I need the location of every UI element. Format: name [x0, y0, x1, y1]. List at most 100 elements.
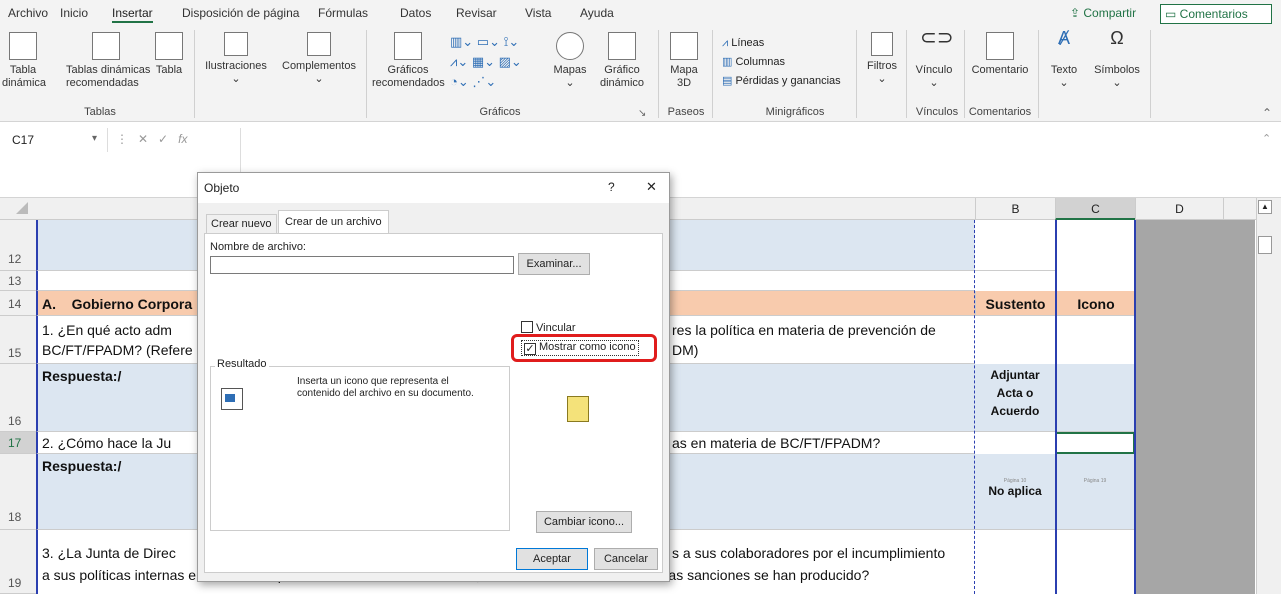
row-header-18[interactable]: 18 — [0, 454, 36, 530]
tab-datos[interactable]: Datos — [400, 6, 431, 20]
tab-insertar[interactable]: Insertar — [112, 6, 153, 23]
highlight-box — [511, 334, 657, 362]
cell-b16[interactable]: Adjuntar Acta o Acuerdo — [975, 364, 1055, 432]
row-header-19[interactable]: 19 — [0, 530, 36, 594]
chevron-down-icon: ⌄ — [565, 77, 575, 89]
pivot-chart-button[interactable]: Gráfico dinámico — [592, 32, 652, 90]
text-icon: Ⱥ — [1057, 28, 1070, 48]
omega-icon: Ω — [1110, 28, 1124, 48]
dialog-launcher-icon[interactable]: ↘ — [638, 108, 646, 119]
addins-button[interactable]: Complementos ⌄ — [276, 32, 362, 86]
group-paseos-label: Paseos — [667, 106, 705, 118]
row-header-12[interactable]: 12 — [0, 220, 36, 271]
select-all-icon[interactable] — [16, 202, 28, 214]
comment-button[interactable]: Comentario — [968, 32, 1032, 77]
cell-c18[interactable]: Página 19 — [1055, 454, 1135, 530]
result-label: Resultado — [215, 358, 269, 370]
name-box[interactable]: C17 ▾ — [8, 128, 108, 152]
tab-formulas[interactable]: Fórmulas — [318, 6, 368, 20]
column-header-d[interactable]: D — [1135, 198, 1223, 220]
text-button[interactable]: Ⱥ Texto ⌄ — [1044, 28, 1084, 90]
cell-b18[interactable]: Página 10 No aplica — [975, 454, 1055, 530]
cell-b14[interactable]: Sustento — [975, 291, 1055, 316]
vertical-scrollbar[interactable] — [1256, 198, 1281, 594]
filename-input[interactable] — [210, 256, 514, 274]
group-separator — [906, 30, 907, 118]
sparkline-columns-button[interactable]: ▥ Columnas — [722, 53, 841, 72]
scrollbar-thumb[interactable] — [1258, 236, 1272, 254]
tab-revisar[interactable]: Revisar — [456, 6, 497, 20]
chart-type-icons[interactable]: ▥⌄ ▭⌄ ⟟⌄ ⩘⌄ ▦⌄ ▨⌄ ◔⌄ ⋰⌄ — [450, 32, 550, 92]
winloss-sparkline-icon: ▤ — [722, 75, 736, 87]
change-icon-button[interactable]: Cambiar icono... — [536, 511, 632, 533]
ribbon-tab-bar: Archivo Inicio Insertar Disposición de p… — [0, 0, 1281, 26]
chevron-down-icon: ⌄ — [1059, 77, 1069, 89]
chevron-down-icon: ▾ — [92, 133, 98, 144]
column-header-c[interactable]: C — [1055, 198, 1135, 220]
column-header-e[interactable] — [1223, 198, 1255, 220]
pivot-table-icon — [9, 32, 37, 60]
filename-label: Nombre de archivo: — [210, 241, 306, 253]
cell-c14[interactable]: Icono — [1055, 291, 1135, 316]
fx-icon[interactable]: fx — [178, 132, 187, 146]
maps-button[interactable]: Mapas ⌄ — [550, 32, 590, 90]
recommended-charts-button[interactable]: Gráficos recomendados — [372, 32, 445, 90]
help-button[interactable]: ? — [608, 180, 615, 194]
illustrations-button[interactable]: Ilustraciones ⌄ — [200, 32, 272, 86]
share-button[interactable]: ⇪ Compartir — [1064, 4, 1142, 24]
column-header-b[interactable]: B — [975, 198, 1055, 220]
column-c-right-border — [1134, 220, 1136, 594]
sparkline-winloss-button[interactable]: ▤ Pérdidas y ganancias — [722, 72, 841, 91]
link-button[interactable]: ⊂⊃ Vínculo ⌄ — [910, 28, 958, 90]
tab-archivo[interactable]: Archivo — [8, 6, 48, 20]
comments-button[interactable]: ▭ Comentarios — [1160, 4, 1272, 24]
tab-vista[interactable]: Vista — [525, 6, 551, 20]
group-graficos-label: Gráficos — [479, 106, 521, 118]
cancel-button[interactable]: Cancelar — [594, 548, 658, 570]
dialog-titlebar — [198, 173, 669, 203]
cell-b12[interactable] — [975, 220, 1055, 271]
row-header-16[interactable]: 16 — [0, 364, 36, 432]
3d-map-icon — [670, 32, 698, 60]
new-comment-icon — [986, 32, 1014, 60]
group-separator — [1038, 30, 1039, 118]
addins-icon — [307, 32, 331, 56]
sparkline-lines-button[interactable]: ⩘ Líneas — [722, 34, 841, 53]
illustrations-icon — [224, 32, 248, 56]
group-separator — [658, 30, 659, 118]
chevron-down-icon: ⌄ — [231, 73, 241, 85]
collapse-ribbon-icon[interactable]: ⌃ — [1262, 106, 1272, 120]
document-icon — [221, 388, 243, 410]
row-header-15[interactable]: 15 — [0, 316, 36, 364]
tab-disposicion[interactable]: Disposición de página — [182, 6, 299, 20]
comment-icon: ▭ — [1165, 7, 1180, 21]
filters-button[interactable]: Filtros ⌄ — [862, 32, 902, 86]
recommended-pivot-icon — [92, 32, 120, 60]
dialog-title: Objeto — [204, 181, 240, 195]
recommended-charts-icon — [394, 32, 422, 60]
expand-formula-icon[interactable]: ⌃ — [1262, 132, 1271, 145]
tab-inicio[interactable]: Inicio — [60, 6, 88, 20]
ribbon: Tabla dinámica Tablas dinámicas recomend… — [0, 26, 1281, 122]
recommended-pivot-button[interactable]: Tablas dinámicas recomendadas — [58, 32, 154, 90]
row-header-13[interactable]: 13 — [0, 271, 36, 291]
row-header-17[interactable]: 17 — [0, 432, 36, 454]
table-button[interactable]: Tabla — [150, 32, 188, 77]
scroll-up-icon[interactable]: ▲ — [1258, 200, 1272, 214]
row-header-14[interactable]: 14 — [0, 291, 36, 316]
cell-c17-selected[interactable] — [1055, 432, 1135, 454]
ok-button[interactable]: Aceptar — [516, 548, 588, 570]
tab-crear-nuevo[interactable]: Crear nuevo — [206, 214, 277, 234]
package-icon — [567, 396, 589, 422]
chevron-down-icon: ⌄ — [1112, 77, 1122, 89]
tab-ayuda[interactable]: Ayuda — [580, 6, 614, 20]
tab-crear-de-archivo[interactable]: Crear de un archivo — [278, 210, 389, 234]
pivot-table-button[interactable]: Tabla dinámica — [2, 32, 46, 90]
cell-c16[interactable] — [1055, 364, 1135, 432]
symbols-button[interactable]: Ω Símbolos ⌄ — [1090, 28, 1144, 90]
group-separator — [964, 30, 965, 118]
browse-button[interactable]: Examinar... — [518, 253, 590, 275]
close-button[interactable]: ✕ — [646, 179, 657, 195]
link-checkbox[interactable]: Vincular — [521, 321, 576, 334]
3d-map-button[interactable]: Mapa 3D — [664, 32, 704, 90]
